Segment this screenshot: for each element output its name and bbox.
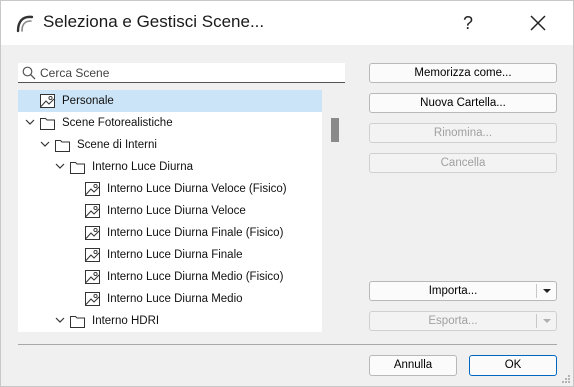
tree-folder-row[interactable]: Scene Fotorealistiche [18,112,322,134]
tree-item-label: Scene Fotorealistiche [62,117,173,129]
tree-item-label: Scene di Interni [77,139,157,151]
help-button[interactable]: ? [453,9,483,37]
tree-scene-row[interactable]: Interno Luce Diurna Veloce (Fisico) [18,178,322,200]
new-folder-button[interactable]: Nuova Cartella... [369,93,557,113]
tree-folder-row[interactable]: Scene di Interni [18,134,322,156]
export-button-label[interactable]: Esporta... [370,312,536,330]
chevron-down-icon[interactable] [542,288,552,294]
folder-icon [40,118,55,130]
scene-image-icon [40,94,55,108]
close-icon[interactable] [523,9,553,37]
tree-scene-row[interactable]: Interno Luce Diurna Medio [18,288,322,310]
app-logo-icon [16,15,34,33]
scrollbar-thumb[interactable] [331,118,339,142]
split-separator [536,284,537,298]
tree-scene-row[interactable]: Interno Luce Diurna Veloce [18,200,322,222]
title-bar: Seleziona e Gestisci Scene... ? [1,1,573,45]
chevron-down-icon[interactable] [55,315,65,325]
tree-scene-row[interactable]: Personale [18,90,322,112]
folder-icon [55,140,70,152]
dialog-title: Seleziona e Gestisci Scene... [43,12,265,31]
import-split-button[interactable]: Importa... [369,281,557,301]
search-input[interactable] [40,64,340,81]
cancel-button[interactable]: Annulla [369,355,457,376]
chevron-down-icon[interactable] [25,117,35,127]
split-separator [536,314,537,328]
rename-button[interactable]: Rinomina... [369,123,557,143]
search-box[interactable] [18,63,345,83]
scene-image-icon [85,226,100,240]
tree-scrollbar[interactable] [323,90,345,332]
resize-grip-icon[interactable] [561,374,571,384]
tree-item-label: Interno HDRI [92,315,160,327]
tree-item-label: Interno Luce Diurna Medio [107,293,243,305]
scene-image-icon [85,270,100,284]
tree-item-label: Interno Luce Diurna Finale [107,249,243,261]
tree-item-label: Interno Luce Diurna Veloce [107,205,246,217]
save-as-button[interactable]: Memorizza come... [369,63,557,83]
scene-tree[interactable]: Personale Scene Fotorealistiche Scene di I… [18,90,322,332]
tree-item-label: Personale [62,95,114,107]
folder-icon [70,162,85,174]
search-icon [22,66,36,80]
tree-scene-row[interactable]: Interno Luce Diurna Finale [18,244,322,266]
import-button-label[interactable]: Importa... [370,282,536,300]
ok-button[interactable]: OK [469,355,557,376]
export-split-button[interactable]: Esporta... [369,311,557,331]
folder-icon [70,316,85,328]
chevron-down-icon[interactable] [542,318,552,324]
delete-button[interactable]: Cancella [369,153,557,173]
tree-scene-row[interactable]: Interno Luce Diurna Finale (Fisico) [18,222,322,244]
chevron-down-icon[interactable] [40,139,50,149]
tree-item-label: Interno Luce Diurna Veloce (Fisico) [107,183,287,195]
footer-divider [18,344,557,345]
dialog-window: Seleziona e Gestisci Scene... ? Personal… [0,0,574,387]
scene-image-icon [85,204,100,218]
tree-folder-row[interactable]: Interno HDRI [18,310,322,332]
scene-image-icon [85,248,100,262]
tree-item-label: Interno Luce Diurna Finale (Fisico) [107,227,284,239]
chevron-down-icon[interactable] [55,161,65,171]
tree-folder-row[interactable]: Interno Luce Diurna [18,156,322,178]
scene-image-icon [85,182,100,196]
tree-scene-row[interactable]: Interno Luce Diurna Medio (Fisico) [18,266,322,288]
scene-image-icon [85,292,100,306]
tree-item-label: Interno Luce Diurna [92,161,194,173]
tree-item-label: Interno Luce Diurna Medio (Fisico) [107,271,284,283]
